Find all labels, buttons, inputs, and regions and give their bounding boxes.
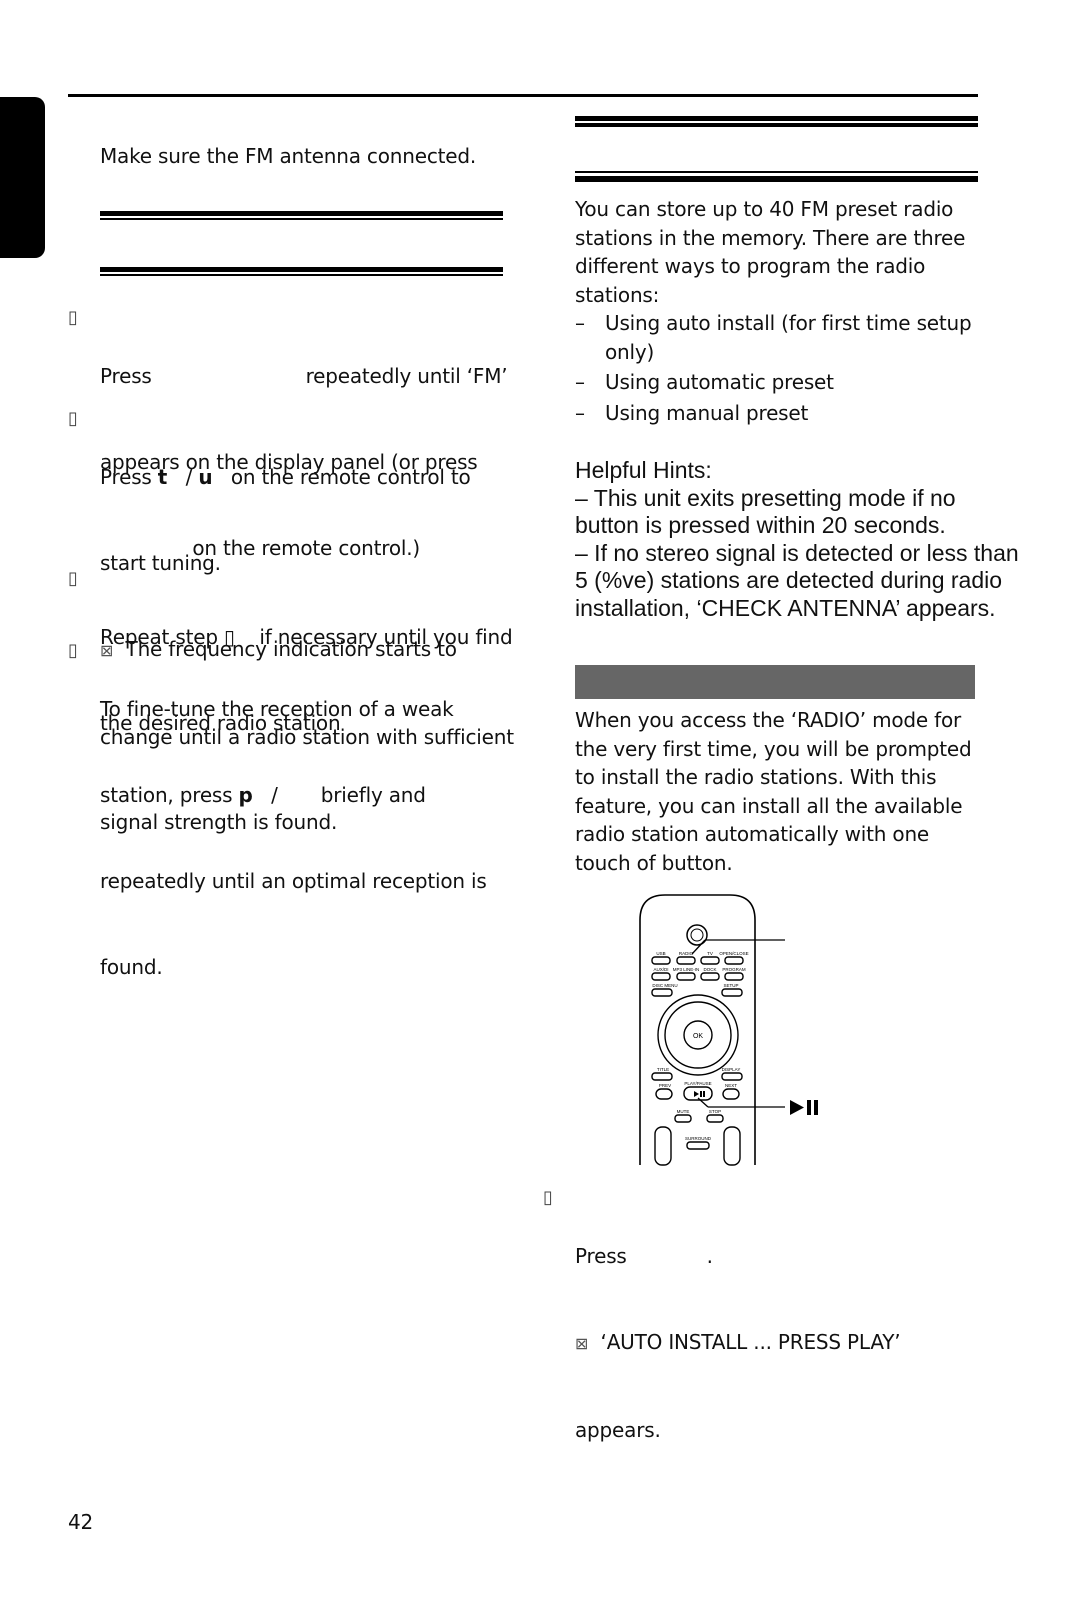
svg-text:SURROUND: SURROUND: [685, 1136, 712, 1141]
svg-text:PROGRAM: PROGRAM: [722, 967, 746, 972]
heading-rule: [575, 176, 978, 182]
preset-options: – Using auto install (for first time setu…: [575, 311, 972, 425]
svg-text:OPEN/CLOSE: OPEN/CLOSE: [719, 951, 748, 956]
language-tab: [0, 97, 45, 258]
result-arrow-icon: ⊠: [575, 1333, 589, 1353]
heading-rule: [100, 218, 503, 220]
section-heading-bar: [575, 665, 975, 699]
remote-label: USB: [656, 951, 665, 956]
svg-text:TITLE: TITLE: [657, 1067, 669, 1072]
step-marker: ▯: [68, 568, 78, 589]
svg-text:AUX/DI: AUX/DI: [653, 967, 668, 972]
heading-rule: [100, 267, 503, 272]
helpful-hints: Helpful Hints: – This unit exits presett…: [575, 457, 1019, 621]
svg-text:MP3 LINE-IN: MP3 LINE-IN: [673, 967, 700, 972]
svg-text:PREV: PREV: [659, 1083, 671, 1088]
svg-text:RADIO: RADIO: [679, 951, 694, 956]
svg-text:PLAY/PAUSE: PLAY/PAUSE: [684, 1081, 711, 1086]
svg-text:SETUP: SETUP: [723, 983, 738, 988]
step-marker: ▯: [543, 1187, 553, 1208]
svg-text:DOCK: DOCK: [703, 967, 716, 972]
heading-rule: [100, 211, 503, 216]
svg-text:MUTE: MUTE: [677, 1109, 690, 1114]
svg-text:NEXT: NEXT: [725, 1083, 737, 1088]
svg-text:OK: OK: [693, 1033, 703, 1040]
step-marker: ▯: [68, 307, 78, 328]
step-4: To fine-tune the reception of a weak sta…: [100, 697, 487, 979]
press-step: Press . ⊠ ‘AUTO INSTALL ... PRESS PLAY’ …: [575, 1244, 901, 1442]
svg-text:DISC MENU: DISC MENU: [652, 983, 677, 988]
intro-text: Make sure the FM antenna connected.: [100, 144, 477, 168]
auto-install-text: When you access the ‘RADIO’ mode for the…: [575, 708, 972, 875]
hints-title: Helpful Hints:: [575, 457, 712, 483]
heading-rule: [575, 171, 978, 173]
remote-control-illustration: USB RADIO TV OPEN/CLOSE AUX/DI MP3 LINE-IN DO…: [639, 894, 818, 1166]
top-rule: [68, 94, 978, 97]
svg-text:DISPLAY: DISPLAY: [722, 1067, 741, 1072]
preset-intro: You can store up to 40 FM preset radio s…: [575, 197, 966, 307]
svg-text:STOP: STOP: [709, 1109, 721, 1114]
step-marker: ▯: [68, 408, 78, 429]
heading-rule: [575, 123, 978, 127]
play-pause-icon: [790, 1100, 818, 1115]
heading-rule: [575, 116, 978, 121]
heading-rule: [100, 274, 503, 276]
manual-page: Make sure the FM antenna connected. ▯ Pr…: [0, 0, 1080, 1619]
step-marker: ▯: [68, 640, 78, 661]
svg-text:TV: TV: [707, 951, 713, 956]
page-number: 42: [68, 1510, 94, 1534]
